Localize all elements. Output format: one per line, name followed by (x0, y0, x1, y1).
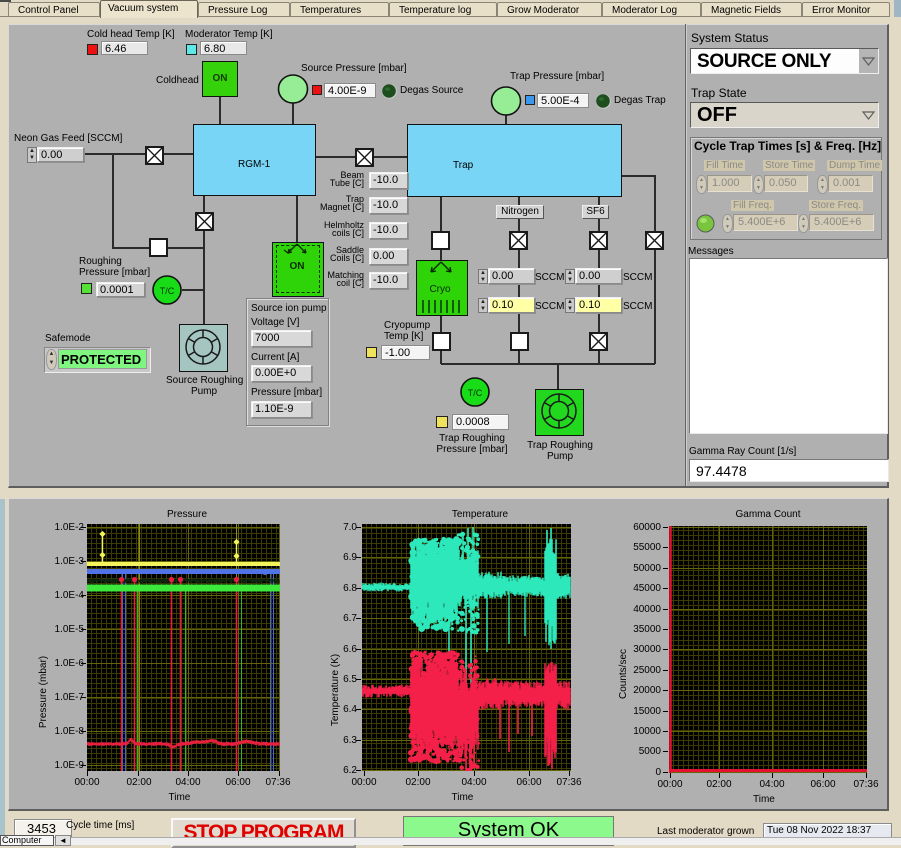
svg-text:Cryo: Cryo (429, 284, 451, 295)
svg-text:T/C: T/C (468, 388, 483, 398)
svg-text:T/C: T/C (160, 286, 175, 296)
